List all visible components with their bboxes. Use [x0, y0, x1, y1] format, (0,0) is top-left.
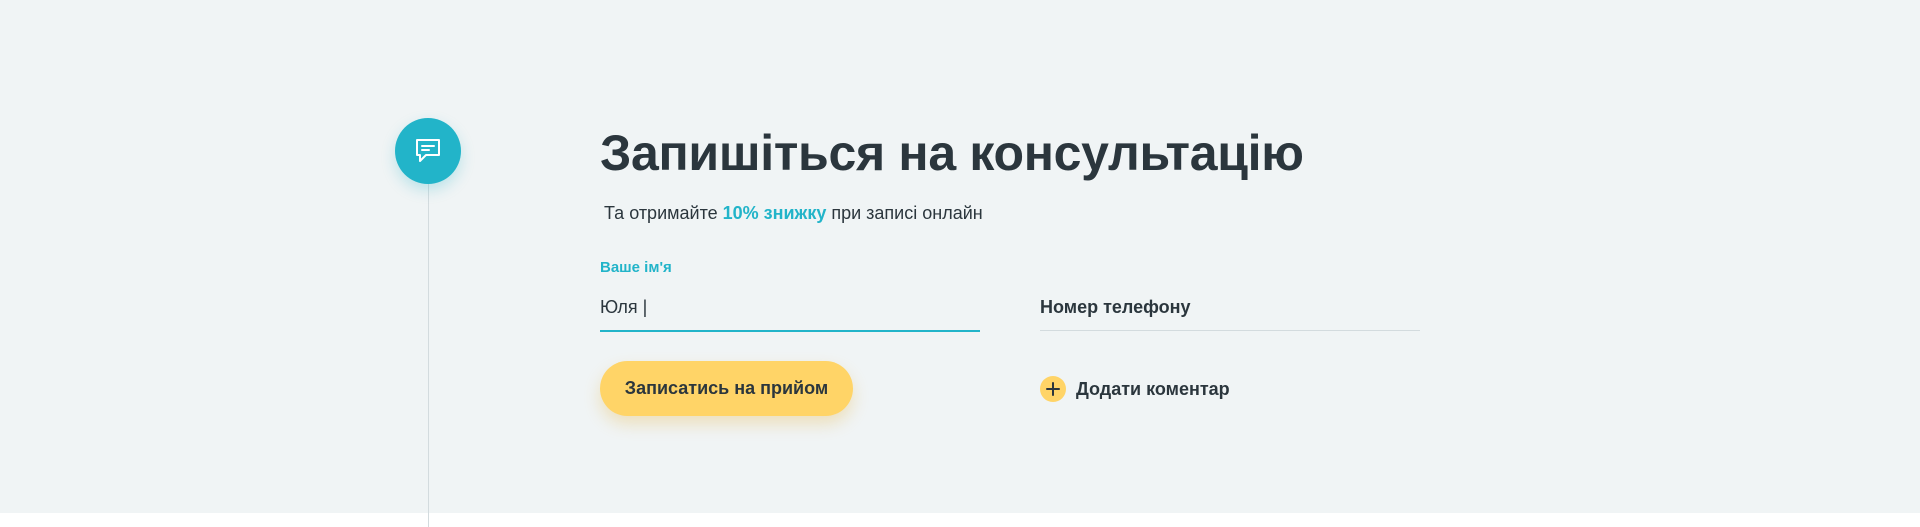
discount-highlight: 10% знижку [722, 203, 827, 223]
subtitle-text-after: при записі онлайн [831, 203, 983, 223]
name-input[interactable] [600, 290, 980, 324]
add-comment-label: Додати коментар [1076, 378, 1230, 399]
add-comment-button[interactable]: Додати коментар [1040, 375, 1230, 403]
plus-icon [1040, 376, 1066, 402]
name-field [600, 290, 980, 332]
phone-field [1040, 290, 1420, 331]
phone-input[interactable] [1040, 290, 1420, 324]
submit-button[interactable]: Записатись на прийом [600, 361, 853, 416]
name-field-label: Ваше ім'я [600, 259, 672, 276]
page-title: Запишіться на консультацію [600, 125, 1304, 181]
subtitle-text-before: Та отримайте [604, 203, 718, 223]
chat-badge [395, 118, 461, 184]
consultation-section: Запишіться на консультацію Та отримайте … [0, 0, 1920, 527]
chat-bubble-icon [416, 139, 440, 162]
subtitle: Та отримайте 10% знижку при записі онлай… [604, 201, 983, 225]
timeline-line [428, 160, 429, 527]
